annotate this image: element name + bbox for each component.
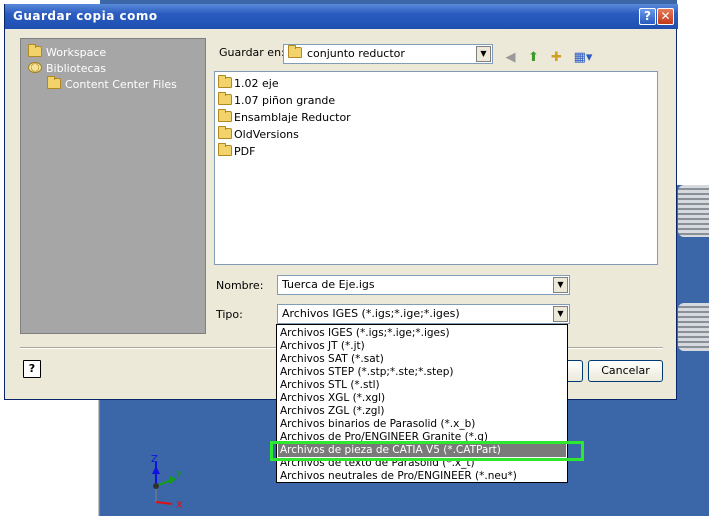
browser-panel xyxy=(0,400,98,516)
chevron-down-icon[interactable]: ▼ xyxy=(553,306,568,322)
triad-y-label: Y xyxy=(175,470,183,481)
save-in-label: Guardar en: xyxy=(219,46,285,59)
list-item[interactable]: 1.02 eje xyxy=(218,75,279,92)
folder-icon xyxy=(218,143,232,156)
panel-divider[interactable] xyxy=(98,400,100,516)
type-option[interactable]: Archivos IGES (*.igs;*.ige;*.iges) xyxy=(280,327,450,340)
list-item[interactable]: OldVersions xyxy=(218,126,299,143)
views-menu-icon[interactable]: ▦▾ xyxy=(571,49,595,66)
save-in-value: conjunto reductor xyxy=(288,45,405,60)
dialog-title-bar[interactable]: Guardar copia como ? ✕ xyxy=(5,4,678,29)
type-option[interactable]: Archivos JT (*.jt) xyxy=(280,340,365,353)
name-label: Nombre: xyxy=(216,279,264,292)
type-option[interactable]: Archivos SAT (*.sat) xyxy=(280,353,384,366)
file-list[interactable]: 1.02 eje 1.07 piñon grande Ensamblaje Re… xyxy=(214,71,658,265)
axis-triad: Z Y X xyxy=(142,452,192,512)
save-in-combo[interactable]: conjunto reductor ▼ xyxy=(283,44,493,64)
type-select[interactable]: Archivos IGES (*.igs;*.ige;*.iges) ▼ xyxy=(277,304,570,324)
place-label: Content Center Files xyxy=(65,78,177,91)
folder-icon xyxy=(218,126,232,139)
folder-icon xyxy=(47,76,61,89)
type-option[interactable]: Archivos ZGL (*.zgl) xyxy=(280,405,384,418)
place-bibliotecas[interactable]: Bibliotecas xyxy=(28,61,106,77)
folder-icon xyxy=(218,75,232,88)
chevron-down-icon[interactable]: ▼ xyxy=(476,46,491,62)
place-workspace[interactable]: Workspace xyxy=(28,44,107,61)
up-folder-icon[interactable]: ⬆ xyxy=(525,49,542,66)
place-content-center[interactable]: Content Center Files xyxy=(47,76,177,93)
type-option[interactable]: Archivos neutrales de Pro/ENGINEER (*.ne… xyxy=(280,470,517,483)
new-folder-icon[interactable]: ✚ xyxy=(548,49,565,66)
folder-icon xyxy=(288,45,302,58)
name-field[interactable]: Tuerca de Eje.igs ▼ xyxy=(277,275,570,295)
back-arrow-icon[interactable]: ◀ xyxy=(502,49,519,66)
list-item[interactable]: Ensamblaje Reductor xyxy=(218,109,351,126)
model-part-lower xyxy=(678,303,709,351)
place-label: Workspace xyxy=(46,46,107,59)
chevron-down-icon[interactable]: ▼ xyxy=(553,277,568,293)
folder-icon xyxy=(28,44,42,57)
folder-icon xyxy=(218,92,232,105)
type-option[interactable]: Archivos STEP (*.stp;*.ste;*.step) xyxy=(280,366,454,379)
library-icon xyxy=(28,62,42,73)
list-item[interactable]: PDF xyxy=(218,143,255,160)
model-part-upper xyxy=(678,185,709,237)
triad-x-label: X xyxy=(176,500,183,511)
type-option[interactable]: Archivos STL (*.stl) xyxy=(280,379,380,392)
help-title-button[interactable]: ? xyxy=(639,8,656,25)
place-label: Bibliotecas xyxy=(46,62,107,75)
type-label: Tipo: xyxy=(216,308,243,321)
list-item[interactable]: 1.07 piñon grande xyxy=(218,92,335,109)
triad-z-label: Z xyxy=(151,454,158,465)
cancel-button[interactable]: Cancelar xyxy=(588,360,663,382)
type-option[interactable]: Archivos XGL (*.xgl) xyxy=(280,392,385,405)
canvas-panel xyxy=(677,0,709,185)
highlight-annotation xyxy=(270,441,584,461)
name-value: Tuerca de Eje.igs xyxy=(282,278,375,291)
help-button[interactable]: ? xyxy=(23,360,41,378)
close-title-button[interactable]: ✕ xyxy=(657,8,674,25)
type-value: Archivos IGES (*.igs;*.ige;*.iges) xyxy=(282,307,460,320)
folder-icon xyxy=(218,109,232,122)
places-bar: Workspace Bibliotecas Content Center Fil… xyxy=(20,38,206,334)
type-option[interactable]: Archivos binarios de Parasolid (*.x_b) xyxy=(280,418,475,431)
dialog-title: Guardar copia como xyxy=(13,9,158,23)
